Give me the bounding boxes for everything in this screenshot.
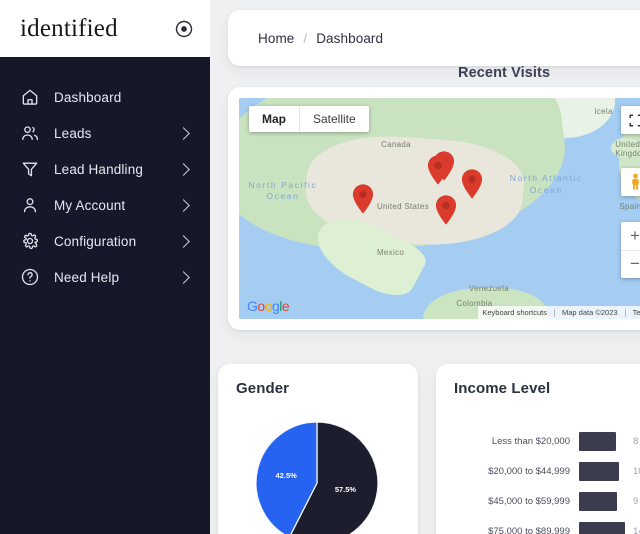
chevron-right-icon [177, 198, 190, 212]
sidebar-item-configuration[interactable]: Configuration [0, 223, 210, 259]
zoom-in-button[interactable]: + [621, 222, 640, 250]
chevron-right-icon [177, 270, 190, 284]
income-row-label: $75,000 to $89,999 [488, 525, 570, 534]
gender-pie-chart: 42.5% 57.5% [256, 422, 378, 534]
map-place-label: Spain [619, 201, 640, 211]
map-landmass-uk [611, 137, 640, 158]
map-type-satellite-button[interactable]: Satellite [299, 106, 369, 132]
divider [624, 308, 626, 317]
sidebar-item-dashboard[interactable]: Dashboard [0, 79, 210, 115]
income-row: $20,000 to $44,999 10 [454, 456, 640, 486]
income-bar-cell [570, 461, 628, 481]
chevron-right-icon [177, 234, 190, 248]
map-marker-pin[interactable] [461, 169, 483, 199]
breadcrumb-current: Dashboard [316, 30, 384, 46]
google-map[interactable]: North Pacific Ocean North Atlantic Ocean… [239, 98, 640, 319]
income-bar [579, 431, 616, 451]
income-row-label: $20,000 to $44,999 [488, 465, 570, 477]
sidebar-item-label: Need Help [54, 269, 120, 285]
sidebar-item-need-help[interactable]: Need Help [0, 259, 210, 295]
sidebar-item-lead-handling[interactable]: Lead Handling [0, 151, 210, 187]
income-bar-chart: Less than $20,000 8 $20,000 to $44,999 10 $4… [454, 426, 640, 534]
main-content: Home / Dashboard Recent Visits North Pac… [210, 0, 640, 534]
map-type-map-button[interactable]: Map [249, 106, 299, 132]
terms-link[interactable]: Terms [633, 308, 640, 317]
income-row-label: $45,000 to $59,999 [488, 495, 570, 507]
income-bar-cell [570, 431, 628, 451]
pie-label-female: 42.5% [275, 470, 297, 480]
brand-bar: identified [0, 0, 210, 57]
breadcrumb: Home / Dashboard [228, 10, 640, 66]
fullscreen-icon[interactable] [621, 106, 640, 134]
funnel-icon [20, 159, 40, 179]
sidebar-item-label: Leads [54, 125, 92, 141]
street-view-pegman-icon[interactable] [621, 168, 640, 196]
keyboard-shortcuts-link[interactable]: Keyboard shortcuts [482, 308, 547, 317]
map-data-text: Map data ©2023 [562, 308, 618, 317]
brand-wordmark: identified [20, 14, 118, 42]
income-card-title: Income Level [454, 380, 551, 397]
breadcrumb-separator: / [303, 30, 308, 46]
income-bar [579, 491, 618, 511]
income-row-value: 9 [633, 495, 639, 507]
home-icon [20, 87, 40, 107]
sidebar-item-label: Configuration [54, 233, 137, 249]
sidebar-item-my-account[interactable]: My Account [0, 187, 210, 223]
income-row: Less than $20,000 8 [454, 426, 640, 456]
map-zoom-controls: + − [621, 222, 640, 278]
sidebar-nav: Dashboard Leads Lead Handling My Account… [0, 57, 210, 295]
zoom-out-button[interactable]: − [621, 249, 640, 279]
users-icon [20, 123, 40, 143]
page-title: Recent Visits [458, 65, 551, 81]
map-attribution-bar: Keyboard shortcuts Map data ©2023 Terms [478, 306, 640, 319]
sidebar: identified Dashboard Leads Lead Handling… [0, 0, 210, 534]
map-marker-pin[interactable] [427, 155, 449, 186]
income-bar-cell [570, 521, 628, 534]
map-marker-pin[interactable] [435, 195, 457, 225]
income-row: $75,000 to $89,999 14 [454, 516, 640, 534]
chevron-right-icon [177, 126, 190, 140]
income-bar [579, 521, 625, 534]
income-bar [579, 461, 619, 481]
income-level-card: Income Level Less than $20,000 8 $20,000 t… [436, 364, 640, 534]
question-circle-icon [20, 267, 40, 287]
income-row: $45,000 to $59,999 9 [454, 486, 640, 516]
map-type-toggle: Map Satellite [249, 106, 369, 132]
income-row-value: 8 [633, 435, 639, 447]
income-row-label: Less than $20,000 [491, 435, 570, 447]
pie-label-male: 57.5% [334, 484, 357, 494]
sidebar-item-leads[interactable]: Leads [0, 115, 210, 151]
target-circle-icon[interactable] [174, 19, 194, 39]
breadcrumb-home[interactable]: Home [258, 31, 294, 46]
gear-icon [20, 231, 40, 251]
recent-visits-map-card: North Pacific Ocean North Atlantic Ocean… [228, 87, 640, 330]
income-bar-cell [570, 491, 628, 511]
google-logo: Google [247, 298, 290, 314]
gender-card-title: Gender [236, 380, 290, 397]
sidebar-item-label: Dashboard [54, 89, 122, 105]
sidebar-item-label: My Account [54, 197, 126, 213]
map-marker-pin[interactable] [352, 184, 374, 214]
chevron-right-icon [177, 162, 190, 176]
gender-card: Gender 42.5% 57.5% [218, 364, 418, 534]
sidebar-item-label: Lead Handling [54, 161, 144, 177]
income-row-value: 14 [633, 525, 640, 534]
income-row-value: 10 [633, 465, 640, 477]
divider [554, 308, 555, 317]
person-icon [20, 195, 40, 215]
